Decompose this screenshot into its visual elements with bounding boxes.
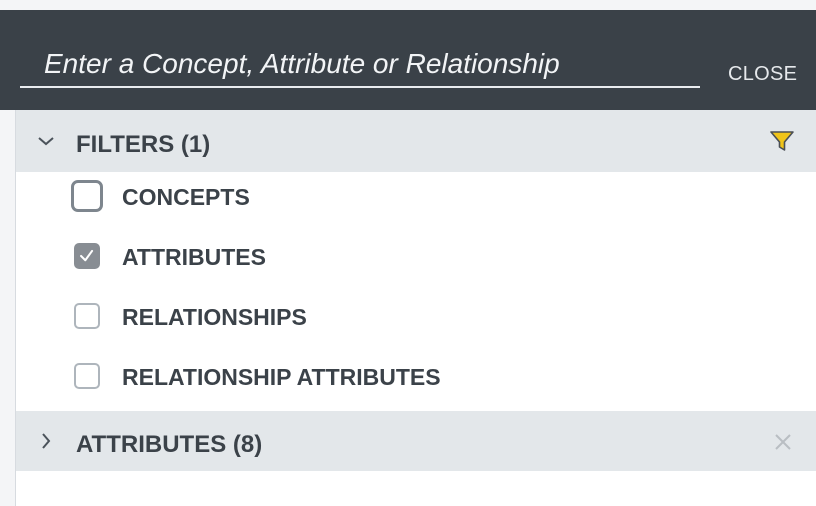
- close-button[interactable]: CLOSE: [722, 54, 800, 94]
- chevron-down-icon[interactable]: [36, 132, 56, 152]
- filter-icon[interactable]: [770, 130, 794, 152]
- filter-option-relationship-attributes[interactable]: RELATIONSHIP ATTRIBUTES: [16, 356, 816, 404]
- search-input[interactable]: [20, 42, 700, 88]
- relationships-checkbox[interactable]: [74, 303, 100, 329]
- filter-option-label: RELATIONSHIPS: [122, 304, 307, 330]
- checkmark-icon: [80, 249, 94, 262]
- search-header: CLOSE: [0, 10, 816, 110]
- filter-option-relationships[interactable]: RELATIONSHIPS: [16, 296, 816, 344]
- filter-option-concepts[interactable]: CONCEPTS: [16, 176, 816, 224]
- filters-title: FILTERS (1): [76, 131, 211, 158]
- filters-section-header[interactable]: FILTERS (1): [16, 110, 816, 172]
- chevron-right-icon[interactable]: [36, 431, 56, 451]
- results-area: [16, 471, 816, 506]
- filter-option-attributes[interactable]: ATTRIBUTES: [16, 236, 816, 284]
- filter-option-label: CONCEPTS: [122, 184, 250, 210]
- close-icon[interactable]: [774, 433, 792, 451]
- concepts-checkbox[interactable]: [71, 180, 103, 212]
- relationship-attributes-checkbox[interactable]: [74, 363, 100, 389]
- filter-options-list: CONCEPTS ATTRIBUTES RELATIONSHIPS RELATI…: [16, 172, 816, 411]
- attributes-title: ATTRIBUTES (8): [76, 431, 263, 458]
- attributes-section-header[interactable]: ATTRIBUTES (8): [16, 411, 816, 471]
- filter-option-label: ATTRIBUTES: [122, 244, 266, 270]
- top-strip: [0, 0, 816, 10]
- attributes-checkbox[interactable]: [74, 243, 100, 269]
- filter-option-label: RELATIONSHIP ATTRIBUTES: [122, 364, 441, 390]
